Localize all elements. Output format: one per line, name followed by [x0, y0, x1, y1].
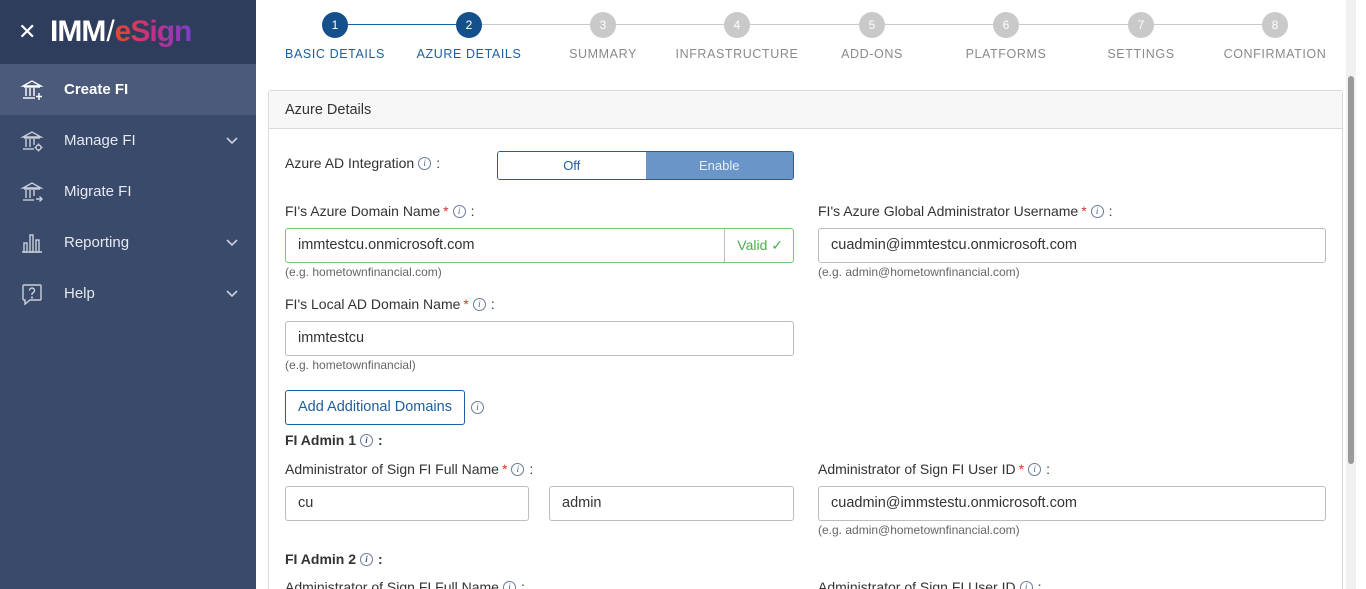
- step-azure-details[interactable]: 2 AZURE DETAILS: [399, 12, 539, 61]
- step-label: BASIC DETAILS: [285, 47, 385, 61]
- toggle-enable-button[interactable]: Enable: [645, 152, 793, 179]
- step-add-ons[interactable]: 5 ADD-ONS: [802, 12, 942, 61]
- main-content: 1 BASIC DETAILS 2 AZURE DETAILS 3 SUMMAR…: [256, 0, 1356, 589]
- global-admin-input[interactable]: cuadmin@immtestcu.onmicrosoft.com: [818, 228, 1326, 263]
- step-label: SETTINGS: [1107, 47, 1175, 61]
- azure-domain-input[interactable]: immtestcu.onmicrosoft.com Valid ✓: [285, 228, 794, 263]
- info-icon[interactable]: i: [471, 401, 484, 414]
- step-number: 2: [456, 12, 482, 38]
- info-icon[interactable]: i: [360, 433, 374, 447]
- step-number: 5: [859, 12, 885, 38]
- local-domain-label: FI's Local AD Domain Name * i :: [285, 296, 495, 312]
- sidebar: ✕ IMM / eSign Create FI Manage FI Migrate …: [0, 0, 256, 589]
- sidebar-item-reporting[interactable]: Reporting: [0, 217, 256, 268]
- step-confirmation[interactable]: 8 CONFIRMATION: [1205, 12, 1345, 61]
- step-label: PLATFORMS: [965, 47, 1047, 61]
- chevron-down-icon: [226, 235, 238, 252]
- sidebar-item-label: Manage FI: [64, 132, 136, 149]
- local-domain-input[interactable]: immtestcu: [285, 321, 794, 356]
- ad-integration-toggle: Off Enable: [497, 151, 794, 180]
- admin1-first-name-input[interactable]: cu: [285, 486, 529, 521]
- wizard-stepper: 1 BASIC DETAILS 2 AZURE DETAILS 3 SUMMAR…: [256, 0, 1346, 80]
- admin1-user-id-hint: (e.g. admin@hometownfinancial.com): [818, 523, 1020, 537]
- info-icon[interactable]: i: [418, 156, 432, 170]
- fi-admin-2-title: FI Admin 2 i :: [285, 551, 383, 567]
- app-logo: IMM / eSign: [50, 15, 192, 48]
- step-number: 4: [724, 12, 750, 38]
- sidebar-item-label: Migrate FI: [64, 183, 132, 200]
- sidebar-item-label: Help: [64, 285, 95, 302]
- required-marker: *: [501, 461, 508, 477]
- vertical-scrollbar[interactable]: [1346, 0, 1356, 589]
- step-platforms[interactable]: 6 PLATFORMS: [936, 12, 1076, 61]
- step-infrastructure[interactable]: 4 INFRASTRUCTURE: [667, 12, 807, 61]
- step-label: AZURE DETAILS: [416, 47, 522, 61]
- required-marker: *: [463, 296, 469, 312]
- sidebar-item-help[interactable]: Help: [0, 268, 256, 319]
- ad-integration-label-row: Azure AD Integration i :: [285, 155, 441, 171]
- info-icon[interactable]: i: [1090, 204, 1104, 218]
- info-icon[interactable]: i: [1028, 462, 1042, 476]
- step-label: CONFIRMATION: [1223, 47, 1327, 61]
- step-label: INFRASTRUCTURE: [675, 47, 799, 61]
- required-marker: *: [1081, 203, 1087, 219]
- step-basic-details[interactable]: 1 BASIC DETAILS: [265, 12, 405, 61]
- info-icon[interactable]: i: [452, 204, 466, 218]
- admin2-user-id-label: Administrator of Sign FI User ID i :: [818, 579, 1042, 589]
- step-settings[interactable]: 7 SETTINGS: [1071, 12, 1211, 61]
- step-number: 7: [1128, 12, 1154, 38]
- info-icon[interactable]: i: [472, 297, 486, 311]
- bar-chart-icon: [20, 231, 44, 255]
- admin1-user-id-input[interactable]: cuadmin@immstestu.onmicrosoft.com: [818, 486, 1326, 521]
- azure-domain-label: FI's Azure Domain Name * i :: [285, 203, 475, 219]
- step-summary[interactable]: 3 SUMMARY: [533, 12, 673, 61]
- local-domain-hint: (e.g. hometownfinancial): [285, 358, 416, 372]
- required-marker: *: [1018, 461, 1025, 477]
- admin1-full-name-label: Administrator of Sign FI Full Name * i :: [285, 461, 534, 477]
- info-icon[interactable]: i: [360, 552, 374, 566]
- sidebar-item-create-fi[interactable]: Create FI: [0, 64, 256, 115]
- panel-title: Azure Details: [269, 91, 1342, 129]
- sidebar-item-manage-fi[interactable]: Manage FI: [0, 115, 256, 166]
- brand-bar: ✕ IMM / eSign: [0, 0, 256, 64]
- required-marker: *: [443, 203, 449, 219]
- fi-admin-1-title: FI Admin 1 i :: [285, 432, 383, 448]
- azure-details-panel: Azure Details Azure AD Integration i : O…: [268, 90, 1343, 589]
- step-label: SUMMARY: [569, 47, 637, 61]
- step-number: 8: [1262, 12, 1288, 38]
- chevron-down-icon: [226, 133, 238, 150]
- global-admin-hint: (e.g. admin@hometownfinancial.com): [818, 265, 1020, 279]
- valid-badge: Valid ✓: [724, 229, 793, 262]
- sidebar-item-migrate-fi[interactable]: Migrate FI: [0, 166, 256, 217]
- global-admin-label: FI's Azure Global Administrator Username…: [818, 203, 1113, 219]
- step-label: ADD-ONS: [841, 47, 903, 61]
- azure-domain-hint: (e.g. hometownfinancial.com): [285, 265, 442, 279]
- step-number: 1: [322, 12, 348, 38]
- bank-migrate-icon: [20, 180, 44, 204]
- help-icon: [20, 282, 44, 306]
- bank-settings-icon: [20, 129, 44, 153]
- add-additional-domains-button[interactable]: Add Additional Domains: [285, 390, 465, 425]
- close-icon[interactable]: ✕: [18, 21, 38, 43]
- info-icon[interactable]: i: [1019, 580, 1033, 589]
- info-icon[interactable]: i: [502, 580, 516, 589]
- admin2-full-name-label: Administrator of Sign FI Full Name i :: [285, 579, 525, 589]
- sidebar-item-label: Reporting: [64, 234, 130, 251]
- step-number: 3: [590, 12, 616, 38]
- sidebar-item-label: Create FI: [64, 81, 129, 98]
- admin1-user-id-label: Administrator of Sign FI User ID * i :: [818, 461, 1050, 477]
- admin1-last-name-input[interactable]: admin: [549, 486, 794, 521]
- step-number: 6: [993, 12, 1019, 38]
- scrollbar-thumb[interactable]: [1348, 76, 1354, 464]
- chevron-down-icon: [226, 286, 238, 303]
- info-icon[interactable]: i: [511, 462, 525, 476]
- toggle-off-button[interactable]: Off: [498, 152, 646, 179]
- bank-add-icon: [20, 78, 44, 102]
